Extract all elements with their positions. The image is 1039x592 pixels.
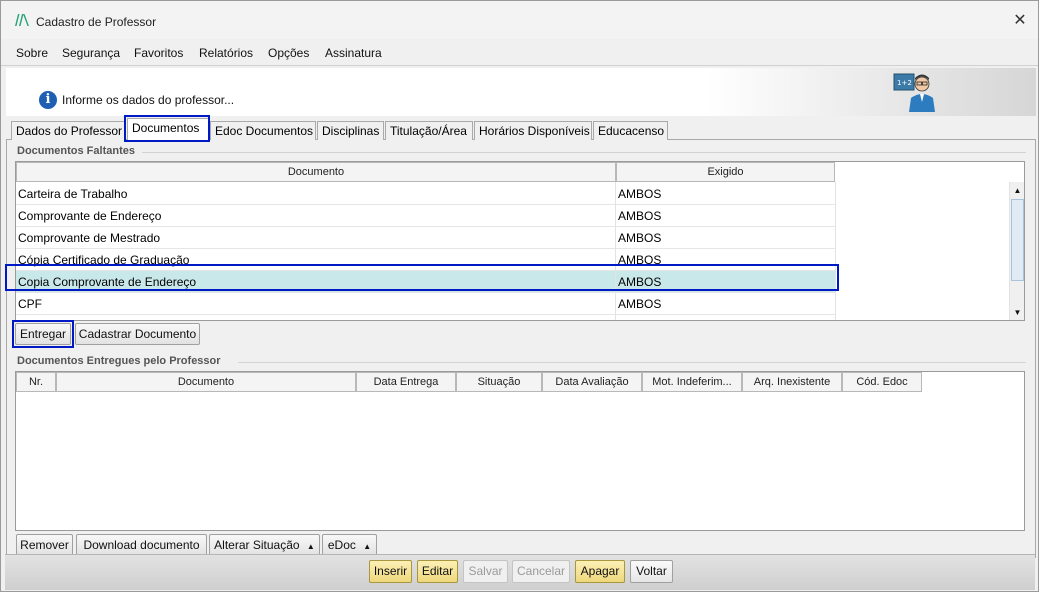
cell-exigido: AMBOS	[618, 275, 662, 289]
column-header-cod-edoc[interactable]: Cód. Edoc	[842, 372, 922, 392]
scroll-up-icon[interactable]: ▲	[1010, 183, 1024, 198]
entregar-button[interactable]: Entregar	[15, 323, 71, 345]
entregues-table: Nr. Documento Data Entrega Situação Data…	[15, 371, 1025, 531]
alterar-situacao-button[interactable]: Alterar Situação ▲	[209, 534, 320, 556]
faltantes-group-title: Documentos Faltantes	[17, 145, 135, 157]
tab-strip: Dados do Professor Documentos Edoc Docum…	[6, 118, 1036, 141]
tab-label: Documentos	[132, 121, 200, 135]
cell-documento: CPF	[18, 297, 42, 311]
menu-sobre[interactable]: Sobre	[16, 46, 48, 60]
faltantes-table: Documento Exigido Carteira de Trabalho A…	[15, 161, 1025, 321]
tab-label: Edoc Documentos	[215, 124, 314, 138]
inserir-button[interactable]: Inserir	[369, 560, 412, 583]
teacher-icon: 1+2	[893, 73, 935, 112]
column-divider	[615, 182, 616, 320]
tab-label: Titulação/Área	[390, 124, 467, 138]
menu-bar: Sobre Segurança Favoritos Relatórios Opç…	[1, 39, 1038, 66]
scroll-down-icon[interactable]: ▼	[1010, 305, 1024, 320]
cell-exigido: AMBOS	[618, 231, 662, 245]
menu-assinatura[interactable]: Assinatura	[325, 46, 382, 60]
editar-button[interactable]: Editar	[417, 560, 458, 583]
edoc-label: eDoc	[327, 538, 356, 552]
vertical-scrollbar[interactable]: ▲ ▼	[1009, 182, 1024, 320]
cell-documento: Comprovante de Mestrado	[18, 231, 161, 245]
column-header-situacao[interactable]: Situação	[456, 372, 542, 392]
group-divider	[142, 152, 1026, 153]
menu-seguranca[interactable]: Segurança	[62, 46, 120, 60]
window-title: Cadastro de Professor	[36, 15, 157, 29]
cell-exigido: AMBOS	[618, 209, 662, 223]
app-logo-icon	[15, 14, 29, 26]
tab-documentos[interactable]: Documentos	[127, 118, 209, 141]
info-icon: i	[39, 91, 57, 109]
apagar-button[interactable]: Apagar	[575, 560, 625, 583]
remover-button[interactable]: Remover	[16, 534, 73, 556]
menu-favoritos[interactable]: Favoritos	[134, 46, 183, 60]
menu-relatorios[interactable]: Relatórios	[199, 46, 253, 60]
cell-exigido: AMBOS	[618, 297, 662, 311]
table-row[interactable]: Carteira de Trabalho AMBOS	[16, 183, 835, 205]
cell-documento: Cópia Certificado de Graduação	[18, 253, 190, 267]
title-bar: Cadastro de Professor ✕	[1, 1, 1038, 39]
close-button[interactable]: ✕	[1010, 11, 1030, 31]
tab-label: Horários Disponíveis	[479, 124, 590, 138]
table-row-selected[interactable]: Copia Comprovante de Endereço AMBOS	[16, 271, 835, 293]
cell-documento: Comprovante de Endereço	[18, 209, 162, 223]
cell-exigido: AMBOS	[618, 187, 662, 201]
menu-opcoes[interactable]: Opções	[268, 46, 309, 60]
table-row[interactable]: Cópia Certificado de Graduação AMBOS	[16, 249, 835, 271]
scroll-thumb[interactable]	[1011, 199, 1024, 281]
column-header-arq-inexistente[interactable]: Arq. Inexistente	[742, 372, 842, 392]
tab-educacenso[interactable]: Educacenso	[593, 121, 668, 140]
alterar-situacao-label: Alterar Situação	[214, 538, 300, 552]
svg-text:1+2: 1+2	[897, 79, 912, 87]
column-header-documento[interactable]: Documento	[56, 372, 356, 392]
edoc-button[interactable]: eDoc ▲	[322, 534, 377, 556]
download-documento-button[interactable]: Download documento	[76, 534, 207, 556]
salvar-button[interactable]: Salvar	[463, 560, 508, 583]
table-row[interactable]: Comprovante de Mestrado AMBOS	[16, 227, 835, 249]
tab-horarios-disponiveis[interactable]: Horários Disponíveis	[474, 121, 592, 140]
caret-up-icon: ▲	[306, 542, 315, 551]
caret-up-icon: ▲	[363, 542, 372, 551]
cell-exigido: AMBOS	[618, 253, 662, 267]
cadastrar-documento-button[interactable]: Cadastrar Documento	[75, 323, 200, 345]
column-header-data-entrega[interactable]: Data Entrega	[356, 372, 456, 392]
tab-edoc-documentos[interactable]: Edoc Documentos	[210, 121, 316, 140]
tab-disciplinas[interactable]: Disciplinas	[317, 121, 384, 140]
tab-dados-professor[interactable]: Dados do Professor	[11, 121, 126, 140]
table-row[interactable]: CPF AMBOS	[16, 293, 835, 315]
column-header-data-avaliacao[interactable]: Data Avaliação	[542, 372, 642, 392]
tab-label: Dados do Professor	[16, 124, 123, 138]
cell-documento: Copia Comprovante de Endereço	[18, 275, 197, 289]
tab-titulacao-area[interactable]: Titulação/Área	[385, 121, 473, 140]
cell-documento: Carteira de Trabalho	[18, 187, 128, 201]
table-row[interactable]: Comprovante de Endereço AMBOS	[16, 205, 835, 227]
tab-label: Disciplinas	[322, 124, 380, 138]
column-header-exigido[interactable]: Exigido	[616, 162, 835, 182]
cancelar-button[interactable]: Cancelar	[512, 560, 570, 583]
column-header-mot-indeferimento[interactable]: Mot. Indeferim...	[642, 372, 742, 392]
info-text: Informe os dados do professor...	[62, 93, 235, 107]
group-divider	[238, 362, 1026, 363]
column-header-documento[interactable]: Documento	[16, 162, 616, 182]
column-divider	[835, 182, 836, 320]
voltar-button[interactable]: Voltar	[630, 560, 673, 583]
tab-label: Educacenso	[598, 124, 665, 138]
close-icon: ✕	[1013, 12, 1027, 29]
entregues-group-title: Documentos Entregues pelo Professor	[17, 355, 221, 367]
header-banner: i Informe os dados do professor... 1+2	[6, 68, 1036, 116]
column-header-nr[interactable]: Nr.	[16, 372, 56, 392]
